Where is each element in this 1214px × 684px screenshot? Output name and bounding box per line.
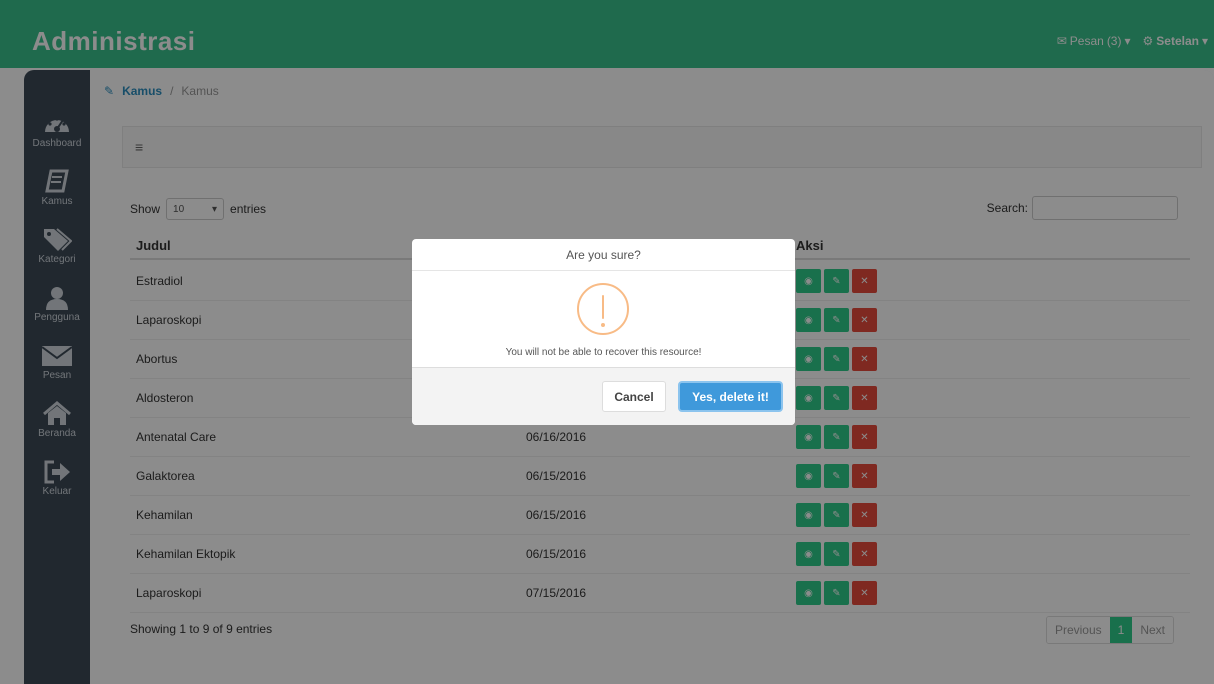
dialog-title: Are you sure?: [412, 239, 795, 271]
warning-dot: [601, 323, 605, 327]
confirm-delete-button[interactable]: Yes, delete it!: [678, 381, 783, 412]
warning-icon: [577, 283, 629, 335]
cancel-button[interactable]: Cancel: [602, 381, 666, 412]
warning-bar: [602, 295, 604, 319]
dialog-footer: Cancel Yes, delete it!: [412, 367, 795, 425]
confirm-dialog: Are you sure? You will not be able to re…: [412, 239, 795, 425]
dialog-message: You will not be able to recover this res…: [505, 347, 702, 358]
